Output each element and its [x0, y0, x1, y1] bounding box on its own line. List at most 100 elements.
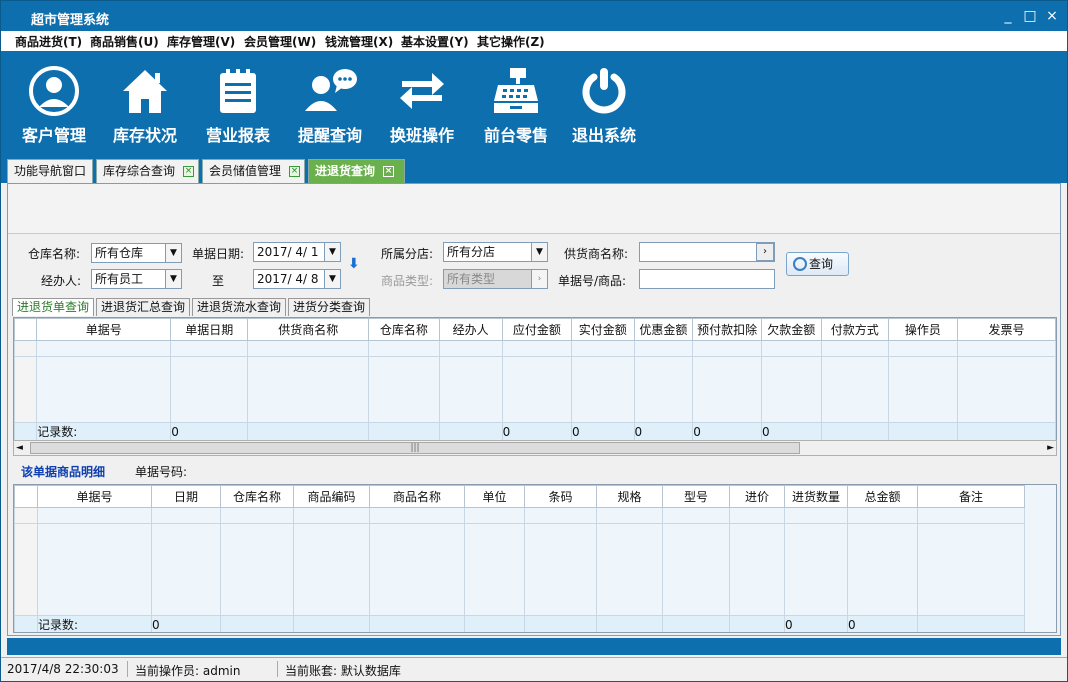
menu-sales[interactable]: 商品销售(U) — [90, 33, 159, 50]
purchase-doc-grid[interactable]: 单据号 单据日期 供货商名称 仓库名称 经办人 应付金额 实付金额 优惠金额 预… — [13, 317, 1057, 441]
operator-select[interactable]: 所有员工 ▼ — [91, 269, 182, 289]
chevron-down-icon[interactable]: ▼ — [165, 244, 181, 262]
docno-input[interactable] — [639, 269, 775, 289]
date-to-picker[interactable]: 2017/ 4/ 8 ▼ — [253, 269, 341, 289]
column-header[interactable]: 单据号 — [36, 318, 172, 341]
column-header[interactable]: 优惠金额 — [633, 318, 694, 341]
scroll-right-icon[interactable]: ► — [1047, 441, 1054, 455]
column-header[interactable]: 预付款扣除 — [692, 318, 762, 341]
tab-close-icon[interactable]: × — [183, 166, 195, 177]
column-header[interactable]: 进价 — [729, 485, 785, 508]
warehouse-select[interactable]: 所有仓库 ▼ — [91, 243, 182, 263]
detail-grid[interactable]: 单据号 日期 仓库名称 商品编码 商品名称 单位 条码 规格 型号 进价 进货数… — [13, 484, 1057, 633]
table-row-empty — [14, 523, 1025, 616]
date-from-picker[interactable]: 2017/ 4/ 1 ▼ — [253, 242, 341, 262]
paid-total: 0 — [570, 422, 635, 440]
summary-row: 记录数: 0 0 0 — [14, 615, 1025, 632]
subtab-category-query[interactable]: 进货分类查询 — [288, 298, 371, 316]
query-button[interactable]: 查询 — [786, 252, 849, 276]
column-header[interactable]: 商品名称 — [369, 485, 465, 508]
toolbar-customer-button[interactable]: 客户管理 — [11, 65, 97, 151]
close-button[interactable]: × — [1041, 7, 1063, 25]
column-header[interactable]: 单据日期 — [170, 318, 249, 341]
column-header[interactable]: 经办人 — [438, 318, 503, 341]
tab-close-icon[interactable]: × — [383, 166, 395, 177]
menu-other[interactable]: 其它操作(Z) — [477, 33, 545, 50]
column-header[interactable]: 供货商名称 — [247, 318, 370, 341]
branch-select[interactable]: 所有分店 ▼ — [443, 242, 548, 262]
chevron-down-icon[interactable]: ▼ — [165, 270, 181, 288]
menu-inventory[interactable]: 库存管理(V) — [167, 33, 235, 50]
table-row[interactable] — [14, 507, 1025, 524]
scroll-left-icon[interactable]: ◄ — [16, 441, 23, 455]
calendar-dropdown-icon[interactable]: ▼ — [324, 270, 340, 288]
toolbar-stock-button[interactable]: 库存状况 — [102, 65, 188, 151]
arrow-down-icon[interactable]: ⬇ — [348, 256, 360, 272]
toolbar-shift-button[interactable]: 换班操作 — [379, 65, 465, 151]
menu-purchase[interactable]: 商品进货(T) — [15, 33, 82, 50]
supplier-input[interactable]: › — [639, 242, 775, 262]
tab-label: 会员储值管理 — [209, 164, 282, 178]
tab-member-deposit[interactable]: 会员储值管理 × — [202, 159, 305, 183]
date-to-value: 2017/ 4/ 8 — [257, 272, 319, 286]
window-title: 超市管理系统 — [31, 13, 110, 28]
date-to-label: 至 — [212, 274, 225, 288]
cash-register-icon — [494, 68, 538, 113]
column-header[interactable]: 欠款金额 — [760, 318, 822, 341]
horizontal-scrollbar[interactable]: ◄ ||| ► — [13, 440, 1057, 456]
maximize-button[interactable]: □ — [1019, 7, 1041, 25]
menu-settings[interactable]: 基本设置(Y) — [401, 33, 469, 50]
subtab-doc-query[interactable]: 进退货单查询 — [12, 298, 95, 316]
subtab-summary-query[interactable]: 进退货汇总查询 — [96, 298, 191, 316]
column-header[interactable]: 操作员 — [887, 318, 958, 341]
column-header[interactable]: 付款方式 — [820, 318, 889, 341]
column-header[interactable]: 仓库名称 — [220, 485, 294, 508]
column-header[interactable]: 仓库名称 — [368, 318, 440, 341]
tab-inventory-query[interactable]: 库存综合查询 × — [96, 159, 199, 183]
toolbar-report-button[interactable]: 营业报表 — [195, 65, 281, 151]
column-header[interactable]: 备注 — [917, 485, 1025, 508]
docno-label: 单据号/商品: — [558, 274, 627, 288]
menu-cashflow[interactable]: 钱流管理(X) — [325, 33, 393, 50]
table-row[interactable] — [14, 340, 1056, 357]
chevron-down-icon[interactable]: ▼ — [531, 243, 547, 261]
calendar-dropdown-icon[interactable]: ▼ — [324, 243, 340, 261]
category-value: 所有类型 — [447, 272, 496, 286]
tab-strip: 功能导航窗口 库存综合查询 × 会员储值管理 × 进退货查询 × — [1, 153, 1067, 183]
user-chat-icon — [305, 69, 357, 111]
top-blank-area — [8, 184, 1060, 234]
tab-navigation[interactable]: 功能导航窗口 — [7, 159, 93, 183]
column-header[interactable]: 发票号 — [956, 318, 1056, 341]
detail-docno-label: 单据号码: — [135, 465, 188, 479]
subtab-flow-query[interactable]: 进退货流水查询 — [192, 298, 287, 316]
toolbar-retail-button[interactable]: 前台零售 — [473, 65, 559, 151]
column-header[interactable]: 单位 — [464, 485, 525, 508]
column-header[interactable]: 实付金额 — [570, 318, 635, 341]
toolbar-stock-label: 库存状况 — [112, 126, 177, 145]
toolbar-reminder-button[interactable]: 提醒查询 — [287, 65, 373, 151]
toolbar-exit-button[interactable]: 退出系统 — [561, 65, 647, 151]
column-header[interactable]: 单据号 — [37, 485, 152, 508]
column-header[interactable]: 总金额 — [847, 485, 918, 508]
toolbar-customer-label: 客户管理 — [21, 126, 86, 145]
scroll-thumb[interactable]: ||| — [30, 442, 800, 454]
date-label: 单据日期: — [192, 247, 245, 261]
column-header[interactable]: 规格 — [596, 485, 663, 508]
category-label: 商品类型: — [381, 274, 434, 288]
tab-close-icon[interactable]: × — [289, 166, 301, 177]
report-list-icon — [220, 69, 256, 113]
minimize-button[interactable]: _ — [997, 7, 1019, 25]
column-header[interactable]: 商品编码 — [293, 485, 370, 508]
supplier-browse-icon[interactable]: › — [756, 243, 774, 261]
status-bar: 2017/4/8 22:30:03 当前操作员: admin 当前账套: 默认数… — [1, 657, 1067, 681]
swap-arrows-icon — [400, 73, 444, 109]
menu-member[interactable]: 会员管理(W) — [244, 33, 316, 50]
tab-purchase-return-query[interactable]: 进退货查询 × — [308, 159, 405, 183]
status-divider — [127, 661, 128, 677]
column-header[interactable]: 型号 — [662, 485, 730, 508]
column-header[interactable]: 进货数量 — [784, 485, 848, 508]
column-header[interactable]: 日期 — [151, 485, 221, 508]
column-header[interactable]: 条码 — [524, 485, 597, 508]
toolbar: 客户管理 库存状况 营业报表 提醒查询 换班操作 前台零售 退出系统 — [1, 51, 1067, 153]
column-header[interactable]: 应付金额 — [501, 318, 572, 341]
